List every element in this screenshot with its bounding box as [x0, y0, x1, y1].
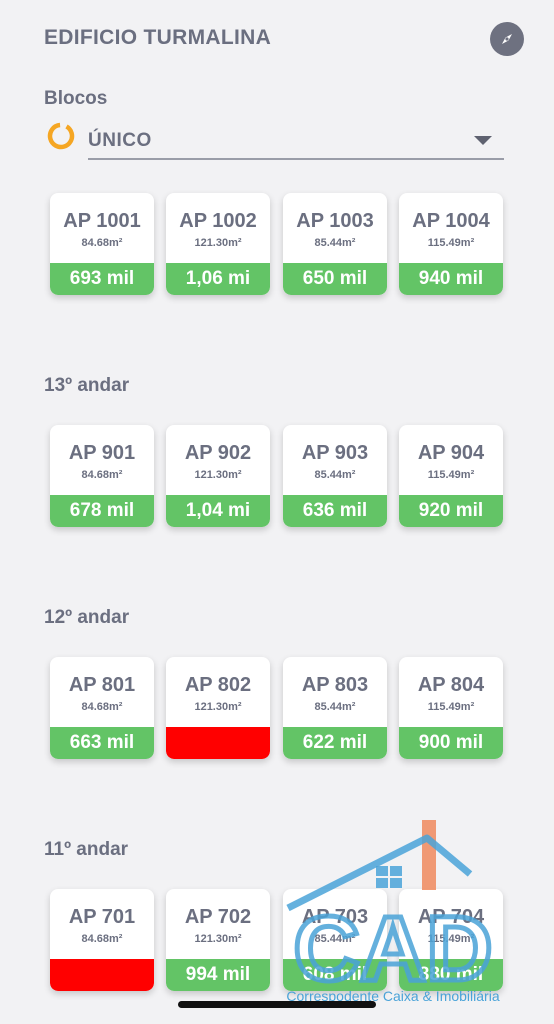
unit-card[interactable]: AP 904 115.49m² 920 mil	[399, 425, 503, 527]
unit-card[interactable]: AP 902 121.30m² 1,04 mi	[166, 425, 270, 527]
floor-label: 12º andar	[44, 607, 130, 628]
floor-row: AP 901 84.68m² 678 mil AP 902 121.30m² 1…	[50, 425, 510, 529]
floor-label: 11º andar	[44, 839, 129, 860]
unit-card[interactable]: AP 1002 121.30m² 1,06 mi	[166, 193, 270, 295]
floor-row: AP 801 84.68m² 663 mil AP 802 121.30m² A…	[50, 657, 510, 761]
unit-price: 636 mil	[283, 495, 387, 527]
unit-name: AP 802	[184, 674, 252, 696]
unit-price: 920 mil	[399, 495, 503, 527]
compass-needle-icon	[502, 34, 512, 44]
unit-card[interactable]: AP 801 84.68m² 663 mil	[50, 657, 154, 759]
unit-name: AP 1002	[179, 210, 257, 232]
unit-area: 115.49m²	[427, 933, 475, 945]
unit-area: 84.68m²	[81, 469, 123, 481]
home-indicator[interactable]	[178, 1001, 376, 1008]
unit-name: AP 804	[417, 674, 485, 696]
unit-name: AP 702	[184, 906, 252, 928]
unit-name: AP 903	[301, 442, 369, 464]
unit-name: AP 704	[417, 906, 485, 928]
unit-price: 900 mil	[399, 727, 503, 759]
unit-name: AP 703	[301, 906, 369, 928]
unit-area: 115.49m²	[427, 469, 475, 481]
unit-price: 940 mil	[399, 263, 503, 295]
floor-row: AP 1001 84.68m² 693 mil AP 1002 121.30m²…	[50, 193, 510, 297]
unit-name: AP 803	[301, 674, 369, 696]
unit-card[interactable]: AP 703 85.44m² 608 mil	[283, 889, 387, 991]
unit-name: AP 1003	[296, 210, 374, 232]
unit-card[interactable]: AP 1001 84.68m² 693 mil	[50, 193, 154, 295]
floor-label: 13º andar	[44, 375, 130, 396]
page-title: EDIFICIO TURMALINA	[44, 26, 272, 49]
unit-area: 85.44m²	[314, 933, 356, 945]
unit-area: 84.68m²	[81, 237, 123, 249]
unit-area: 85.44m²	[314, 469, 356, 481]
unit-name: AP 904	[417, 442, 485, 464]
unit-name: AP 1001	[63, 210, 141, 232]
unit-name: AP 701	[68, 906, 136, 928]
unit-card[interactable]: AP 1003 85.44m² 650 mil	[283, 193, 387, 295]
unit-price: 622 mil	[283, 727, 387, 759]
unit-price: 608 mil	[283, 959, 387, 991]
unit-area: 121.30m²	[194, 237, 242, 249]
unit-sold-bar	[50, 959, 154, 991]
chevron-down-icon	[474, 136, 492, 145]
unit-card[interactable]: AP 702 121.30m² 994 mil	[166, 889, 270, 991]
unit-area: 121.30m²	[194, 701, 242, 713]
unit-card[interactable]: AP 803 85.44m² 622 mil	[283, 657, 387, 759]
unit-card[interactable]: AP 701 84.68m²	[50, 889, 154, 991]
unit-price: 880 mil	[399, 959, 503, 991]
unit-price: 693 mil	[50, 263, 154, 295]
unit-area: 84.68m²	[81, 701, 123, 713]
unit-name: AP 902	[184, 442, 252, 464]
compass-icon[interactable]	[490, 22, 524, 56]
unit-name: AP 901	[68, 442, 136, 464]
unit-name: AP 1004	[412, 210, 490, 232]
unit-area: 121.30m²	[194, 933, 242, 945]
unit-price: 678 mil	[50, 495, 154, 527]
unit-price: 663 mil	[50, 727, 154, 759]
unit-area: 85.44m²	[314, 237, 356, 249]
unit-price: 650 mil	[283, 263, 387, 295]
unit-area: 121.30m²	[194, 469, 242, 481]
unit-area: 115.49m²	[427, 237, 475, 249]
unit-card[interactable]: AP 804 115.49m² 900 mil	[399, 657, 503, 759]
unit-price: 1,04 mi	[166, 495, 270, 527]
unit-card[interactable]: AP 903 85.44m² 636 mil	[283, 425, 387, 527]
unit-price: 1,06 mi	[166, 263, 270, 295]
unit-card[interactable]: AP 704 115.49m² 880 mil	[399, 889, 503, 991]
block-select-value: ÚNICO	[88, 130, 152, 151]
unit-area: 84.68m²	[81, 933, 123, 945]
unit-area: 115.49m²	[427, 701, 475, 713]
app-header: EDIFICIO TURMALINA	[0, 0, 554, 80]
unit-card[interactable]: AP 802 121.30m²	[166, 657, 270, 759]
block-select[interactable]: ÚNICO	[88, 118, 504, 160]
unit-card[interactable]: AP 1004 115.49m² 940 mil	[399, 193, 503, 295]
blocks-label: Blocos	[44, 88, 108, 109]
unit-area: 85.44m²	[314, 701, 356, 713]
unit-price: 994 mil	[166, 959, 270, 991]
unit-sold-bar	[166, 727, 270, 759]
loading-ring-icon	[47, 122, 75, 150]
floor-row: AP 701 84.68m² AP 702 121.30m² 994 mil A…	[50, 889, 510, 993]
unit-name: AP 801	[68, 674, 136, 696]
unit-card[interactable]: AP 901 84.68m² 678 mil	[50, 425, 154, 527]
